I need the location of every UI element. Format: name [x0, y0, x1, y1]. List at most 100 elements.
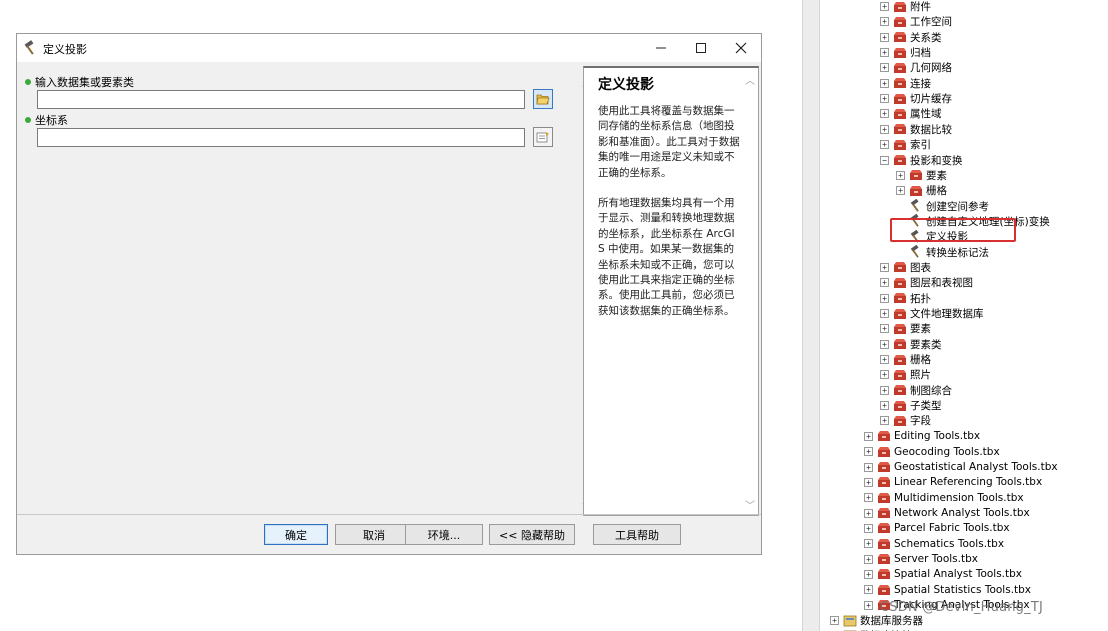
expand-icon[interactable]: + [880, 278, 889, 288]
tree-toolset-item[interactable]: + 连接 [880, 76, 931, 91]
expand-icon[interactable]: + [880, 324, 889, 334]
tree-toolset-item[interactable]: + Spatial Analyst Tools.tbx [864, 567, 1022, 582]
cancel-button[interactable]: 取消 [335, 524, 413, 545]
tree-toolset-item[interactable]: + Linear Referencing Tools.tbx [864, 475, 1042, 490]
tree-toolset-item[interactable]: + 制图综合 [880, 383, 952, 398]
expand-icon[interactable]: + [864, 508, 873, 518]
tree-toolset-item[interactable]: + 栅格 [880, 352, 931, 367]
expand-icon[interactable]: + [896, 170, 905, 180]
tree-toolset-item[interactable]: + 图层和表视图 [880, 275, 973, 290]
expand-icon[interactable]: + [864, 539, 873, 549]
tree-toolset-item[interactable]: + 照片 [880, 367, 931, 382]
expand-icon[interactable]: + [880, 416, 889, 426]
tree-item-label: 要素 [910, 323, 931, 336]
tree-toolset-item[interactable]: + 拓扑 [880, 291, 931, 306]
tree-toolset-item[interactable]: + 几何网络 [880, 60, 952, 75]
tree-toolset-item[interactable]: + 要素类 [880, 337, 942, 352]
tree-tool-item[interactable]: 转换坐标记法 [896, 245, 989, 260]
expand-icon[interactable]: + [830, 616, 839, 625]
toolbox-icon [894, 293, 906, 304]
tree-toolset-item[interactable]: + 图表 [880, 260, 931, 275]
hammer-icon [910, 245, 919, 258]
tree-toolset-item[interactable]: + Network Analyst Tools.tbx [864, 506, 1030, 521]
expand-icon[interactable]: + [864, 477, 873, 487]
tree-toolset-item[interactable]: + 属性域 [880, 106, 942, 121]
tree-toolset-item[interactable]: + Server Tools.tbx [864, 552, 978, 567]
expand-icon[interactable]: + [864, 462, 873, 472]
expand-icon[interactable]: + [880, 293, 889, 303]
tree-toolset-item[interactable]: + Multidimension Tools.tbx [864, 490, 1024, 505]
tree-tool-item[interactable]: 创建空间参考 [896, 199, 989, 214]
expand-icon[interactable]: + [864, 431, 873, 441]
expand-icon[interactable]: + [880, 78, 889, 88]
tree-toolset-item[interactable]: + 文件地理数据库 [880, 306, 984, 321]
toolbox-icon [894, 354, 906, 365]
tree-toolset-item[interactable]: + 数据库服务器 [830, 613, 923, 628]
collapse-icon[interactable]: − [880, 155, 889, 165]
tree-toolset-item[interactable]: + 要素 [880, 321, 931, 336]
expand-icon[interactable]: + [864, 493, 873, 503]
help-panel: 定义投影 使用此工具将覆盖与数据集一同存储的坐标系信息（地图投影和基准面）。此工… [583, 66, 759, 516]
expand-icon[interactable]: + [880, 32, 889, 42]
dialog-titlebar[interactable]: 定义投影 [17, 34, 761, 62]
tree-toolset-item[interactable]: + 索引 [880, 137, 931, 152]
tree-toolset-item[interactable]: + Geostatistical Analyst Tools.tbx [864, 460, 1058, 475]
tree-toolset-item[interactable]: + 附件 [880, 0, 931, 14]
tree-toolset-item[interactable]: + Spatial Statistics Tools.tbx [864, 582, 1031, 597]
expand-icon[interactable]: + [880, 48, 889, 58]
expand-icon[interactable]: + [880, 309, 889, 318]
tree-toolset-item[interactable]: + 归档 [880, 45, 931, 60]
tree-toolset-item[interactable]: + Schematics Tools.tbx [864, 536, 1004, 551]
scroll-up-icon[interactable]: ︿ [742, 72, 758, 87]
tree-toolset-item[interactable]: + 要素 [896, 168, 947, 183]
tree-scrollbar[interactable] [802, 0, 820, 631]
expand-icon[interactable]: + [880, 339, 889, 349]
tree-toolset-item[interactable]: + Parcel Fabric Tools.tbx [864, 521, 1010, 536]
tree-toolset-item[interactable]: + 关系类 [880, 30, 942, 45]
tree-toolset-item[interactable]: + Geocoding Tools.tbx [864, 444, 1000, 459]
dialog-title: 定义投影 [43, 43, 87, 56]
help-scrollbar[interactable]: ︿ ﹀ [742, 68, 758, 515]
tool-help-button[interactable]: 工具帮助 [593, 524, 681, 545]
expand-icon[interactable]: + [864, 447, 873, 457]
expand-icon[interactable]: + [880, 17, 889, 27]
minimize-button[interactable] [643, 36, 679, 60]
coordinate-system-properties-button[interactable] [533, 127, 553, 147]
input-dataset-field[interactable] [37, 90, 525, 109]
expand-icon[interactable]: + [880, 109, 889, 119]
tree-item-label: Spatial Analyst Tools.tbx [894, 568, 1023, 581]
tree-toolset-item[interactable]: + 栅格 [896, 183, 947, 198]
expand-icon[interactable]: + [864, 523, 873, 533]
expand-icon[interactable]: + [864, 554, 873, 564]
expand-icon[interactable]: + [880, 94, 889, 104]
expand-icon[interactable]: + [880, 370, 889, 380]
environments-button[interactable]: 环境... [405, 524, 483, 545]
expand-icon[interactable]: + [880, 401, 889, 411]
expand-icon[interactable]: + [880, 262, 889, 272]
expand-icon[interactable]: + [864, 569, 873, 579]
close-button[interactable] [723, 36, 759, 60]
tree-toolset-item[interactable]: − 投影和变换 [880, 153, 963, 168]
expand-icon[interactable]: + [880, 385, 889, 395]
expand-icon[interactable]: + [880, 63, 889, 73]
tree-toolset-item[interactable]: + 工作空间 [880, 14, 952, 29]
expand-icon[interactable]: + [880, 124, 889, 134]
toolbox-icon [894, 108, 906, 119]
tree-toolset-item[interactable]: + Editing Tools.tbx [864, 429, 980, 444]
browse-dataset-button[interactable] [533, 89, 553, 109]
expand-icon[interactable]: + [880, 2, 889, 11]
maximize-button[interactable] [683, 36, 719, 60]
expand-icon[interactable]: + [896, 186, 905, 196]
expand-icon[interactable]: + [880, 140, 889, 150]
expand-icon[interactable]: + [864, 600, 873, 610]
coordinate-system-field[interactable] [37, 128, 525, 147]
tree-toolset-item[interactable]: + 字段 [880, 413, 931, 428]
tree-toolset-item[interactable]: + 子类型 [880, 398, 942, 413]
ok-button[interactable]: 确定 [264, 524, 328, 545]
expand-icon[interactable]: + [880, 355, 889, 365]
expand-icon[interactable]: + [864, 585, 873, 595]
hide-help-button[interactable]: << 隐藏帮助 [489, 524, 575, 545]
tree-toolset-item[interactable]: + 数据比较 [880, 122, 952, 137]
tree-toolset-item[interactable]: + 切片缓存 [880, 91, 952, 106]
scroll-down-icon[interactable]: ﹀ [742, 497, 758, 512]
